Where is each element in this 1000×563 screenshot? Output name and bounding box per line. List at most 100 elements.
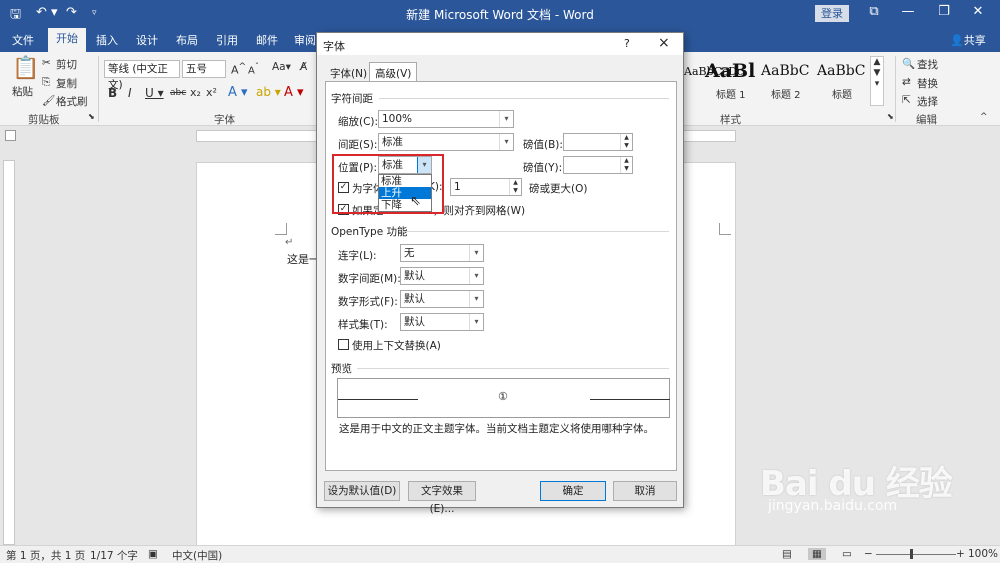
read-mode-icon[interactable]: ▤ (782, 548, 792, 560)
zoom-in-icon[interactable]: + (956, 548, 965, 560)
font-name-combo[interactable]: 等线 (中文正文) (104, 60, 180, 91)
tab-font[interactable]: 字体(N) (325, 63, 372, 82)
cut-icon[interactable]: ✂ (42, 57, 51, 69)
style-sample-title[interactable]: AaBbC (817, 63, 865, 79)
text-effects-icon[interactable]: A ▾ (228, 85, 248, 100)
font-dialog: 字体 ? × 字体(N) 高级(V) 字符间距 缩放(C): 100% ▾ 间距… (316, 32, 684, 515)
share-button[interactable]: 👤共享 (950, 32, 986, 48)
tab-home[interactable]: 开始 (48, 28, 86, 52)
status-bar: 第 1 页，共 1 页 1/17 个字 ▣ 中文(中国) ▤ ▦ ▭ − + 1… (0, 545, 1000, 563)
zoom-slider[interactable] (876, 554, 956, 555)
format-painter-icon[interactable]: 🖌 (42, 94, 55, 107)
spacing-pt-input[interactable]: ▲ ▼ (563, 133, 633, 151)
tab-references[interactable]: 引用 (216, 32, 238, 48)
cut-button[interactable]: 剪切 (56, 57, 77, 72)
copy-icon[interactable]: ⎘ (42, 76, 50, 89)
zoom-level[interactable]: 100% (968, 548, 998, 560)
style-sample-heading-2[interactable]: AaBbC (761, 63, 809, 79)
num-spacing-value: 默认 (404, 270, 425, 282)
editing-group-label: 编辑 (916, 114, 937, 126)
kerning-input[interactable]: 1 ▲ ▼ (450, 178, 522, 196)
num-spacing-dropdown[interactable]: 默认 ▾ (400, 267, 484, 285)
collapse-ribbon-icon[interactable]: ^ (980, 112, 988, 122)
underline-icon[interactable]: U ▾ (145, 86, 164, 100)
stylistic-set-dropdown[interactable]: 默认 ▾ (400, 313, 484, 331)
minimize-icon[interactable]: — (898, 4, 918, 19)
tab-layout[interactable]: 布局 (176, 32, 198, 48)
title-bar: 🖫 ↶ ▾ ↷ ▿ 新建 Microsoft Word 文档 - Word 登录… (0, 0, 1000, 28)
vertical-ruler[interactable] (3, 160, 15, 545)
paste-button[interactable]: 粘贴 (12, 84, 33, 99)
scale-label: 缩放(C): (338, 116, 379, 128)
change-case-icon[interactable]: Aa▾ (272, 61, 291, 73)
zoom-slider-thumb[interactable] (910, 549, 913, 559)
style-label-title: 标题 (832, 90, 852, 101)
clear-formatting-icon[interactable]: A̸ (300, 61, 307, 73)
contextual-checkbox[interactable] (338, 339, 349, 350)
strikethrough-icon[interactable]: abc (170, 88, 186, 98)
set-default-button[interactable]: 设为默认值(D) (324, 481, 400, 501)
zoom-out-icon[interactable]: − (864, 548, 873, 560)
style-sample-heading-1[interactable]: AaBl (705, 60, 755, 82)
grow-font-icon[interactable]: A^ (231, 61, 246, 77)
tab-review[interactable]: 审阅 (294, 32, 316, 48)
tab-file[interactable]: 文件 (12, 32, 34, 48)
scale-dropdown[interactable]: 100% ▾ (378, 110, 514, 128)
word-count[interactable]: 1/17 个字 (90, 548, 138, 563)
tab-selector-icon[interactable] (5, 130, 16, 141)
replace-button[interactable]: 替换 (917, 76, 938, 91)
page-count[interactable]: 第 1 页，共 1 页 (6, 548, 85, 563)
styles-scroll-icon[interactable]: ▲ ▼ ▾ (870, 56, 884, 106)
web-layout-icon[interactable]: ▭ (842, 548, 852, 560)
tab-design[interactable]: 设计 (136, 32, 158, 48)
cancel-button[interactable]: 取消 (613, 481, 677, 501)
spinner-icon[interactable]: ▲ ▼ (620, 134, 632, 150)
dialog-close-icon[interactable]: × (658, 35, 670, 51)
chevron-down-icon: ▾ (499, 134, 513, 150)
print-layout-icon[interactable]: ▦ (808, 548, 826, 560)
tab-advanced[interactable]: 高级(V) (369, 62, 418, 82)
format-painter-button[interactable]: 格式刷 (56, 94, 88, 109)
dialog-title: 字体 (323, 40, 345, 53)
find-button[interactable]: 查找 (917, 57, 938, 72)
num-form-value: 默认 (404, 293, 425, 305)
font-size-combo[interactable]: 五号 (182, 60, 226, 78)
language-status[interactable]: 中文(中国) (172, 548, 222, 563)
select-icon[interactable]: ⇱ (902, 94, 911, 106)
restore-icon[interactable]: ❐ (934, 4, 954, 19)
ribbon-display-options-icon[interactable]: ⧉ (864, 4, 884, 19)
position-pt-input[interactable]: ▲ ▼ (563, 156, 633, 174)
paste-icon[interactable]: 📋 (12, 56, 39, 81)
copy-button[interactable]: 复制 (56, 76, 77, 91)
style-label-heading-1: 标题 1 (716, 90, 746, 101)
italic-icon[interactable]: I (128, 86, 132, 100)
proofing-icon[interactable]: ▣ (148, 548, 158, 560)
preview-section: 预览 (331, 363, 352, 375)
spinner-icon[interactable]: ▲ ▼ (509, 179, 521, 195)
font-size-value: 五号 (186, 63, 207, 75)
ok-button[interactable]: 确定 (540, 481, 606, 501)
help-button[interactable]: ? (624, 37, 630, 50)
tab-mailings[interactable]: 邮件 (256, 32, 278, 48)
login-button[interactable]: 登录 (815, 5, 849, 22)
find-icon[interactable]: 🔍 (902, 57, 915, 70)
spinner-icon[interactable]: ▲ ▼ (620, 157, 632, 173)
font-color-icon[interactable]: A ▾ (284, 85, 304, 100)
superscript-icon[interactable]: x² (206, 86, 217, 99)
chevron-down-icon: ▾ (469, 245, 483, 261)
text-effects-button[interactable]: 文字效果(E)... (408, 481, 476, 515)
clipboard-launcher-icon[interactable]: ⬊ (88, 112, 95, 121)
num-form-dropdown[interactable]: 默认 ▾ (400, 290, 484, 308)
bold-icon[interactable]: B (108, 86, 117, 100)
ligatures-dropdown[interactable]: 无 ▾ (400, 244, 484, 262)
tab-insert[interactable]: 插入 (96, 32, 118, 48)
highlight-icon[interactable]: ab ▾ (256, 85, 281, 99)
spacing-dropdown[interactable]: 标准 ▾ (378, 133, 514, 151)
subscript-icon[interactable]: x₂ (190, 86, 201, 99)
close-window-icon[interactable]: ✕ (968, 4, 988, 19)
styles-launcher-icon[interactable]: ⬊ (887, 112, 894, 121)
select-button[interactable]: 选择 (917, 94, 938, 109)
shrink-font-icon[interactable]: Aˇ (248, 61, 259, 76)
replace-icon[interactable]: ⇄ (902, 76, 911, 88)
clipboard-group-label: 剪贴板 (28, 114, 60, 126)
